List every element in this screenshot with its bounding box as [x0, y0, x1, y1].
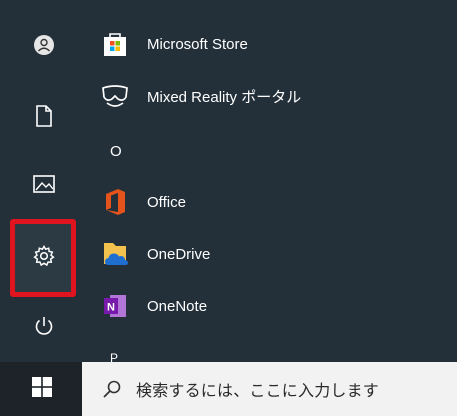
- app-office[interactable]: Office: [100, 182, 440, 222]
- section-header-p[interactable]: P: [110, 351, 118, 362]
- documents-button[interactable]: [24, 98, 64, 138]
- settings-button[interactable]: [24, 238, 64, 278]
- start-menu-panel: Microsoft Store Mixed Reality ポータル O Off…: [0, 0, 457, 362]
- app-onenote[interactable]: N OneNote: [100, 286, 440, 326]
- onedrive-icon: [100, 239, 130, 269]
- app-mixed-reality-portal[interactable]: Mixed Reality ポータル: [100, 76, 440, 116]
- app-label: OneNote: [147, 297, 208, 315]
- microsoft-store-icon: [100, 29, 130, 59]
- app-label: Office: [147, 193, 186, 211]
- user-account-button[interactable]: [24, 27, 64, 67]
- taskbar-search-box[interactable]: 検索するには、ここに入力します: [82, 362, 457, 416]
- search-icon: [102, 379, 122, 399]
- svg-text:N: N: [107, 302, 115, 314]
- power-icon: [33, 315, 55, 341]
- documents-icon: [35, 105, 53, 131]
- user-avatar-icon: [33, 34, 55, 60]
- app-microsoft-store[interactable]: Microsoft Store: [100, 24, 440, 64]
- start-menu-rail: [0, 0, 86, 362]
- search-placeholder: 検索するには、ここに入力します: [136, 381, 380, 400]
- onenote-icon: N: [100, 291, 130, 321]
- app-label: OneDrive: [147, 245, 211, 263]
- office-icon: [100, 187, 130, 217]
- mixed-reality-portal-icon: [100, 81, 130, 111]
- app-label: Mixed Reality ポータル: [147, 88, 302, 106]
- start-button[interactable]: [20, 372, 64, 406]
- pictures-icon: [33, 175, 55, 197]
- pictures-button[interactable]: [24, 166, 64, 206]
- settings-icon: [33, 245, 55, 271]
- windows-logo-icon: [32, 377, 52, 401]
- app-onedrive[interactable]: OneDrive: [100, 234, 440, 274]
- power-button[interactable]: [24, 308, 64, 348]
- app-label: Microsoft Store: [147, 35, 248, 53]
- section-header-o[interactable]: O: [110, 143, 122, 160]
